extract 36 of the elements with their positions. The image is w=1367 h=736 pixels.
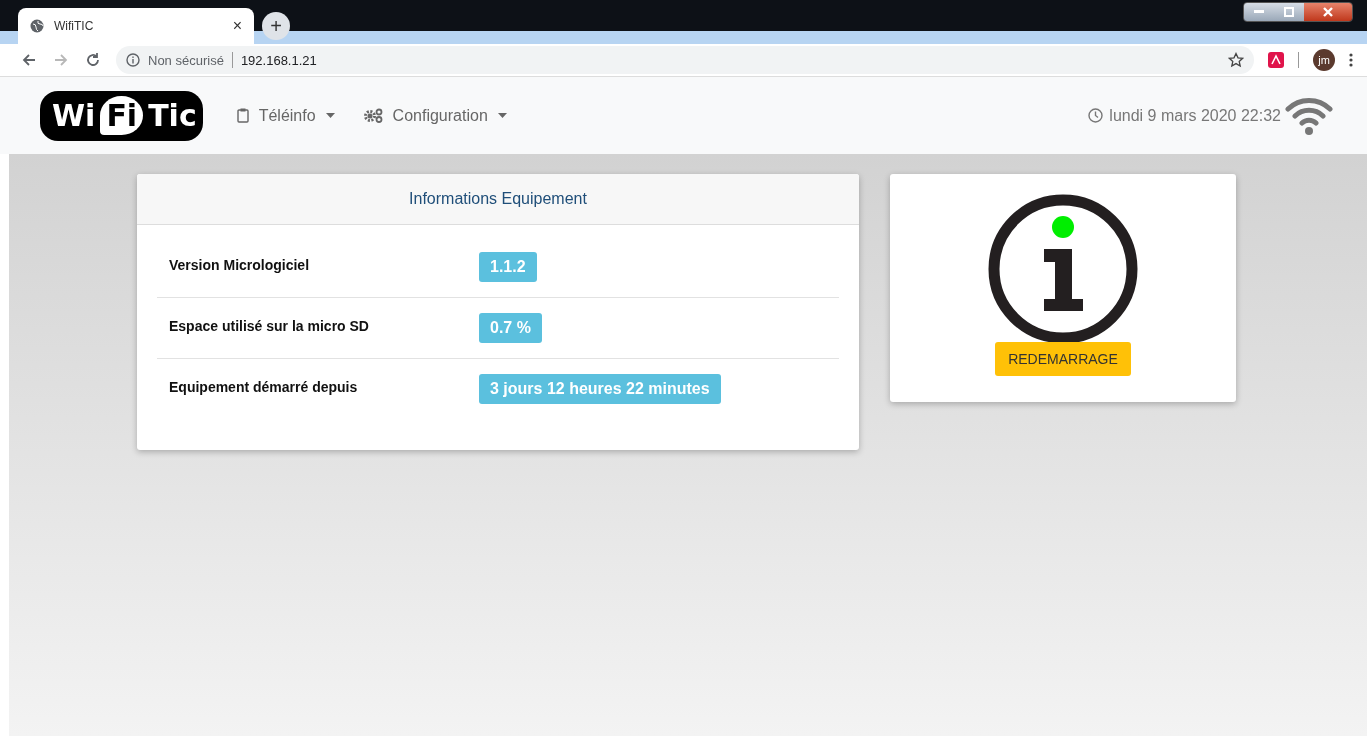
menu-icon[interactable] xyxy=(1349,52,1353,68)
value-badge: 0.7 % xyxy=(479,313,542,343)
extension-icon[interactable] xyxy=(1268,52,1284,68)
caret-icon xyxy=(497,113,507,118)
address-bar[interactable]: Non sécurisé 192.168.1.21 xyxy=(116,46,1254,74)
field-label: Espace utilisé sur la micro SD xyxy=(169,318,370,334)
nav-menu[interactable]: Configuration xyxy=(362,106,507,125)
gears-icon xyxy=(362,108,383,123)
clipboard-icon xyxy=(236,108,249,123)
restore-icon xyxy=(1284,7,1294,17)
new-tab-button[interactable]: + xyxy=(262,12,290,40)
logo[interactable]: Wi Fi Tic xyxy=(40,90,203,141)
clock-icon xyxy=(1088,108,1104,123)
value-badge: 1.1.2 xyxy=(479,252,537,282)
date-time: lundi 9 mars 2020 22:32 xyxy=(1109,106,1281,125)
nav-menu[interactable]: Téléinfo xyxy=(236,106,335,125)
reload-icon[interactable] xyxy=(84,51,102,69)
profile-avatar[interactable]: jm xyxy=(1313,49,1335,71)
security-label: Non sécurisé xyxy=(148,52,224,68)
browser-tab[interactable]: WifiTIC × xyxy=(18,8,254,44)
close-tab-button[interactable]: × xyxy=(232,17,242,35)
minimize-icon xyxy=(1254,10,1264,14)
field-label: Equipement démarré depuis xyxy=(169,379,359,395)
value-badge: 3 jours 12 heures 22 minutes xyxy=(479,374,721,404)
star-icon[interactable] xyxy=(1228,52,1244,68)
info-icon[interactable] xyxy=(126,53,140,67)
close-window-button[interactable] xyxy=(1304,3,1352,21)
info-status-icon xyxy=(988,194,1138,344)
globe-icon xyxy=(30,19,44,33)
card-title: Informations Equipement xyxy=(409,190,587,208)
caret-icon xyxy=(325,113,335,118)
restart-button[interactable]: REDEMARRAGE xyxy=(995,342,1131,376)
url-text: 192.168.1.21 xyxy=(240,52,317,68)
close-icon xyxy=(1322,7,1334,17)
field-label: Version Micrologiciel xyxy=(169,257,311,273)
tab-title: WifiTIC xyxy=(54,19,95,33)
